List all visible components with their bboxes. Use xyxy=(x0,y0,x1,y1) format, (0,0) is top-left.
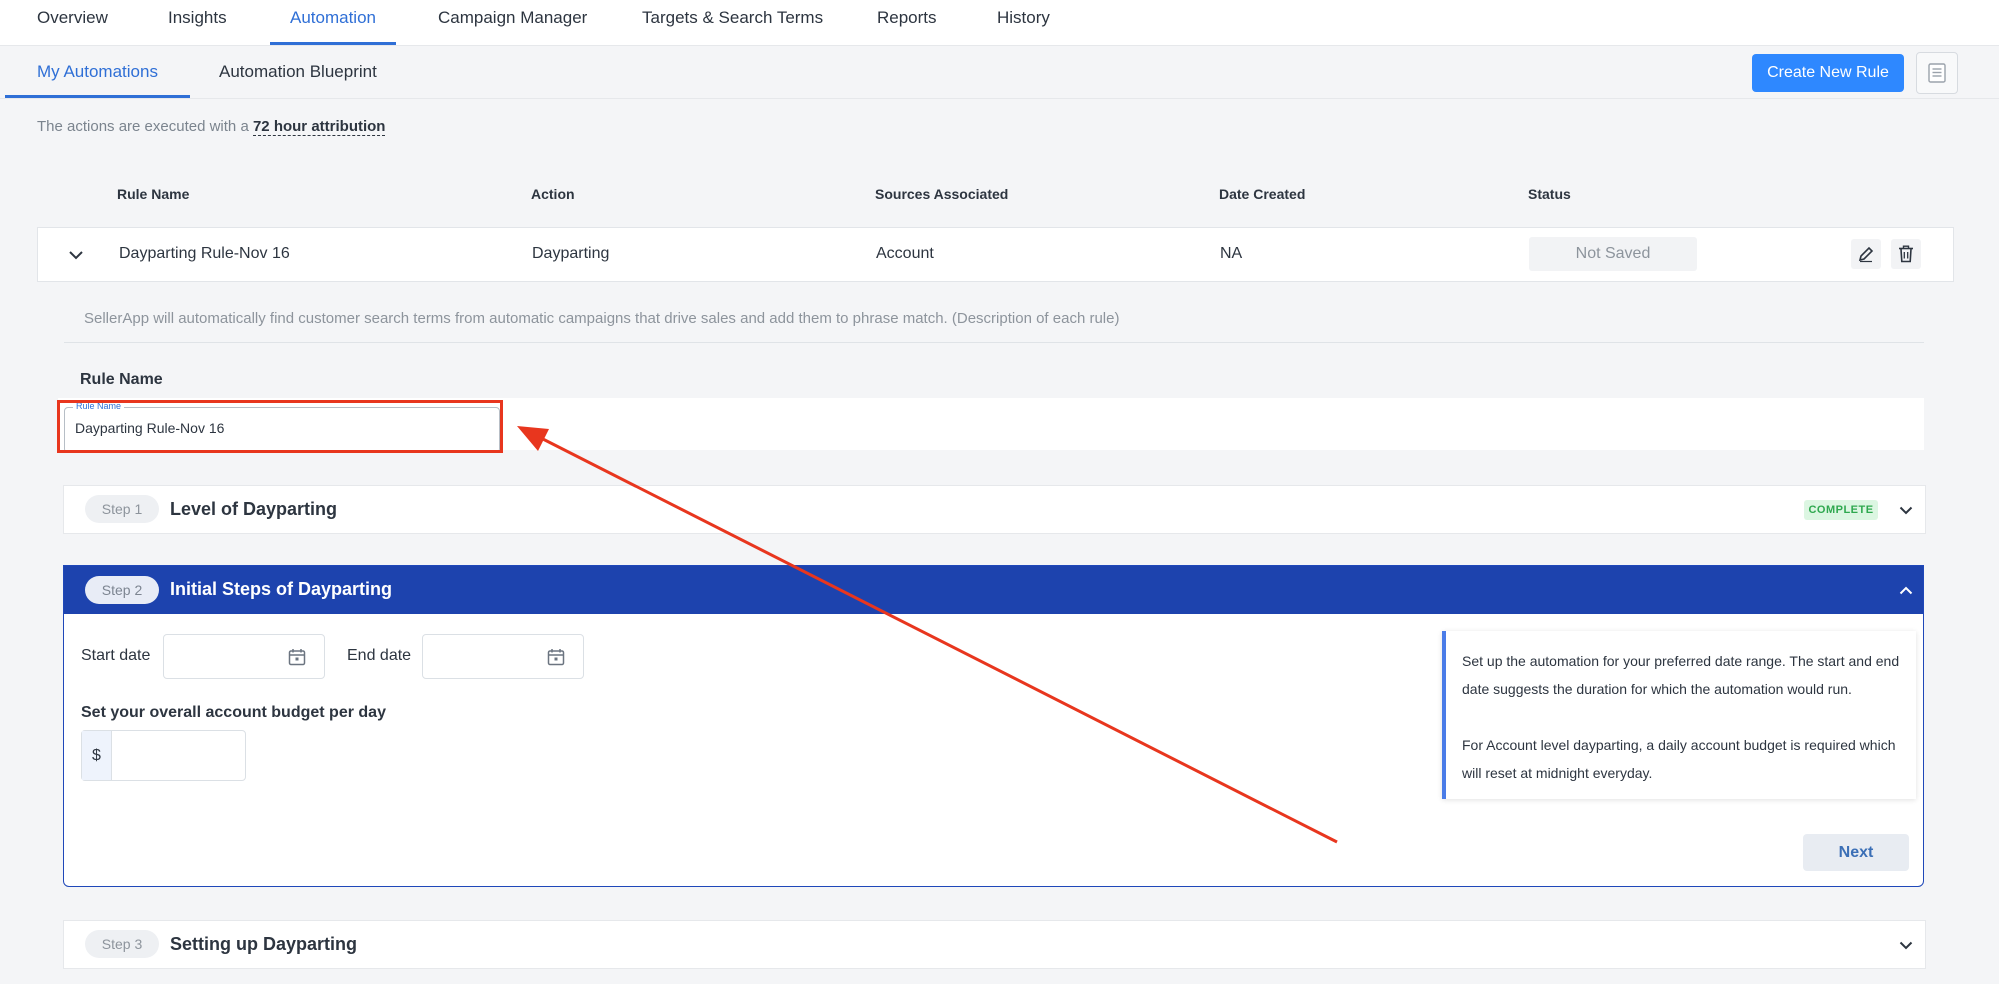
header-date-created: Date Created xyxy=(1219,186,1306,202)
divider xyxy=(64,342,1924,343)
info-text-date-range: Set up the automation for your preferred… xyxy=(1462,653,1900,697)
document-button[interactable] xyxy=(1916,52,1958,94)
info-panel: Set up the automation for your preferred… xyxy=(1442,631,1916,799)
trash-icon xyxy=(1899,245,1913,263)
rule-name-heading: Rule Name xyxy=(80,371,163,388)
calendar-icon xyxy=(547,648,565,665)
end-date-input[interactable] xyxy=(422,634,584,679)
header-sources: Sources Associated xyxy=(875,186,1009,202)
step-3-title: Setting up Dayparting xyxy=(170,934,358,954)
table-row: Dayparting Rule-Nov 16 Dayparting Accoun… xyxy=(37,227,1954,282)
attribution-value[interactable]: 72 hour attribution xyxy=(252,118,386,136)
end-date-label: End date xyxy=(347,647,412,664)
date-created-cell: NA xyxy=(1220,245,1243,262)
start-date-label: Start date xyxy=(81,647,151,664)
expand-row-button[interactable] xyxy=(66,245,86,265)
top-nav: Overview Insights Automation Campaign Ma… xyxy=(0,0,1999,46)
chevron-down-icon xyxy=(1899,941,1913,949)
pencil-icon xyxy=(1858,246,1874,263)
edit-button[interactable] xyxy=(1851,239,1881,269)
attribution-prefix: The actions are executed with a xyxy=(37,118,249,135)
tab-automation[interactable]: Automation xyxy=(270,0,396,45)
tab-reports[interactable]: Reports xyxy=(877,0,937,45)
header-status: Status xyxy=(1528,186,1571,202)
currency-prefix: $ xyxy=(82,731,112,780)
rule-name-cell: Dayparting Rule-Nov 16 xyxy=(119,245,290,262)
step-1-title: Level of Dayparting xyxy=(170,499,338,519)
complete-badge: COMPLETE xyxy=(1804,500,1878,520)
calendar-icon xyxy=(288,648,306,665)
step-3-pill: Step 3 xyxy=(85,930,159,958)
step-1-pill: Step 1 xyxy=(85,495,159,523)
header-action: Action xyxy=(531,186,575,202)
chevron-down-icon xyxy=(69,251,83,260)
step-2-card: Step 2 Initial Steps of Dayparting Start… xyxy=(63,565,1924,887)
tab-campaign-manager[interactable]: Campaign Manager xyxy=(438,0,587,45)
step-1-toggle[interactable] xyxy=(1896,500,1916,520)
action-cell: Dayparting xyxy=(532,245,610,262)
step-1-card[interactable]: Step 1 Level of Dayparting COMPLETE xyxy=(63,485,1926,534)
next-button[interactable]: Next xyxy=(1803,834,1909,871)
document-icon xyxy=(1928,63,1946,83)
chevron-down-icon xyxy=(1899,506,1913,514)
tab-targets-search-terms[interactable]: Targets & Search Terms xyxy=(642,0,823,45)
tab-insights[interactable]: Insights xyxy=(168,0,227,45)
start-date-input[interactable] xyxy=(163,634,325,679)
header-rule-name: Rule Name xyxy=(117,186,190,202)
step-2-pill: Step 2 xyxy=(85,576,159,604)
sources-cell: Account xyxy=(876,245,934,262)
tab-overview[interactable]: Overview xyxy=(37,0,108,45)
info-text-budget: For Account level dayparting, a daily ac… xyxy=(1462,737,1896,781)
step-2-title: Initial Steps of Dayparting xyxy=(170,579,393,599)
step-3-toggle[interactable] xyxy=(1896,935,1916,955)
sub-nav: My Automations Automation Blueprint xyxy=(0,46,1999,99)
step-2-header[interactable]: Step 2 Initial Steps of Dayparting xyxy=(64,566,1923,614)
step-2-toggle[interactable] xyxy=(1896,580,1916,600)
tab-my-automations[interactable]: My Automations xyxy=(5,46,190,98)
rule-description: SellerApp will automatically find custom… xyxy=(84,310,1120,327)
status-badge: Not Saved xyxy=(1529,237,1697,271)
annotation-highlight-box xyxy=(57,400,503,453)
step-3-card[interactable]: Step 3 Setting up Dayparting xyxy=(63,920,1926,969)
chevron-up-icon xyxy=(1899,586,1913,594)
attribution-note: The actions are executed with a 72 hour … xyxy=(37,118,386,136)
delete-button[interactable] xyxy=(1891,239,1921,269)
budget-input[interactable]: $ xyxy=(81,730,246,781)
tab-automation-blueprint[interactable]: Automation Blueprint xyxy=(219,46,377,98)
tab-history[interactable]: History xyxy=(997,0,1050,45)
create-new-rule-button[interactable]: Create New Rule xyxy=(1752,54,1904,92)
budget-label: Set your overall account budget per day xyxy=(81,704,386,721)
